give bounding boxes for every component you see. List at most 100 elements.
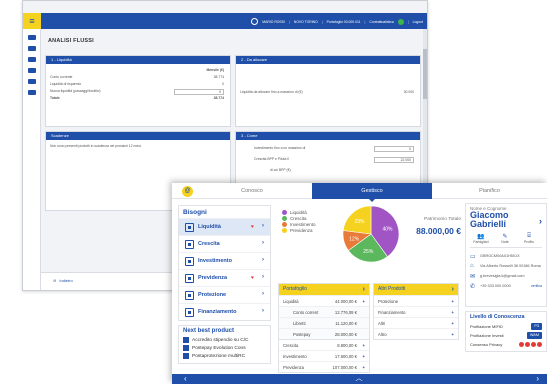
right-column: Nome e Cognome Giacomo Gabrielli › 👥 Fami… [465, 203, 547, 352]
next-best-item[interactable]: Accredito stipendio su C/C [183, 336, 266, 344]
row-label: Libretti [293, 321, 306, 326]
livello-badge: P3 [531, 323, 542, 330]
tab-conosco[interactable]: Conosco [192, 183, 312, 199]
back-menu-button[interactable]: ≡ [23, 13, 41, 29]
user-icon[interactable] [27, 46, 36, 51]
row-nuova[interactable]: Nuova liquidità (passaggi/bonifici) 0 [50, 89, 230, 96]
expand-plus-icon[interactable]: + [452, 329, 454, 340]
chart-icon[interactable] [27, 68, 36, 73]
product-icon [183, 345, 189, 351]
panel-liquidita: 1 - Liquidità Mensile (€) Conto corrente… [45, 55, 231, 127]
category-icon [185, 307, 194, 317]
portafoglio-header[interactable]: Portafoglio › [279, 284, 369, 295]
altri-prodotti-header[interactable]: Altri Prodotti › [374, 284, 458, 295]
bisogno-item[interactable]: Investimento › [179, 252, 270, 269]
customer-action[interactable]: ✎ Note [494, 233, 516, 244]
panel-title: 1 - Liquidità [46, 56, 230, 64]
customer-action[interactable]: 👥 Famigliari [470, 233, 492, 244]
altri-prodotti-row[interactable]: Protezione + [374, 295, 458, 306]
row-label: Altro [378, 332, 387, 337]
legend-label: Investimento [290, 221, 316, 227]
category-icon [185, 290, 194, 300]
next-best-item[interactable]: Postaprotezione multiRC [183, 352, 266, 360]
next-best-label: Postepay Evolution Cons [192, 345, 246, 351]
list-icon[interactable] [27, 79, 36, 84]
home-icon[interactable] [27, 35, 36, 40]
left-column: Bisogni Liquidità ♥ › Crescita › Investimento… [178, 205, 271, 364]
altri-prodotti-row[interactable]: Finanziamento + [374, 306, 458, 317]
chevron-right-icon: › [451, 286, 454, 293]
legend-dot [282, 215, 287, 221]
status-label[interactable]: Contrattualistica [369, 20, 393, 24]
customer-action-label: Profilo [524, 240, 534, 244]
next-best-title: Next best product [183, 328, 235, 334]
portafoglio-row[interactable]: Liquidità 44.000,00 € + [279, 295, 369, 306]
row-label: Altri [378, 321, 386, 326]
portafoglio-row[interactable]: Postepay 28.000,00 € [279, 328, 369, 339]
next-best-item[interactable]: Postepay Evolution Cons [183, 344, 266, 352]
expand-plus-icon[interactable]: + [363, 362, 365, 373]
altri-prodotti-table: Altri Prodotti › Protezione + Finanziamento… [373, 283, 459, 340]
dollar-icon[interactable] [27, 57, 36, 62]
bisogno-item[interactable]: Previdenza ♥ › [179, 269, 270, 286]
row-totale: Totale 38.774 [50, 96, 224, 100]
product-icon [183, 337, 189, 343]
doc-icon[interactable] [27, 90, 36, 95]
altri-prodotti-row[interactable]: Altri + [374, 317, 458, 328]
livello-row: Profilazione Investi WAM [470, 331, 542, 340]
livello-label: Profilazione Investi [470, 333, 504, 338]
altri-prodotti-row[interactable]: Altro + [374, 328, 458, 339]
livello-row: Profilazione MIFID P3 [470, 322, 542, 331]
bisogno-item[interactable]: Liquidità ♥ › [179, 218, 270, 235]
row-label: Crescita [283, 343, 299, 348]
tab-pianifico[interactable]: Pianifico [432, 183, 547, 199]
bisogno-label: Investimento [198, 258, 232, 264]
panel-da-allocare: 2 - Da allocare Liquidità da allocare fi… [235, 55, 421, 127]
chevron-right-icon: › [262, 240, 264, 246]
chevron-right-icon: › [262, 308, 264, 314]
chevron-right-icon: › [262, 223, 264, 229]
portafoglio-table: Portafoglio › Liquidità 44.000,00 € + Conto … [278, 283, 370, 373]
back-sidebar [23, 29, 41, 290]
next-best-label: Accredito stipendio su C/C [192, 337, 249, 343]
row-risparmio: Liquidità di risparmio 0 [50, 82, 224, 86]
bisogno-item[interactable]: Protezione › [179, 286, 270, 303]
next-best-label: Postaprotezione multiRC [192, 353, 246, 359]
livello-label: Consenso Privacy [470, 342, 503, 347]
row-label: Previdenza [283, 365, 304, 370]
chevron-right-icon: › [262, 257, 264, 263]
next-arrow-icon[interactable]: › [536, 374, 539, 384]
customer-card: Nome e Cognome Giacomo Gabrielli › 👥 Fami… [465, 203, 547, 307]
row-label: Conto corrent [293, 310, 319, 315]
portafoglio-row[interactable]: Investimento 17.600,00 € + [279, 350, 369, 361]
contact-row: ✉ g.brevesigla.k@gmail.com [470, 271, 542, 281]
bisogno-item[interactable]: Crescita › [179, 235, 270, 252]
portafoglio-row[interactable]: Crescita 8.800,00 € + [279, 339, 369, 350]
back-button[interactable]: ⊖ Indietro [53, 278, 73, 283]
customer-chevron-icon[interactable]: › [539, 216, 542, 226]
logout-link[interactable]: Logout [413, 20, 423, 24]
row-label: Protezione [378, 299, 399, 304]
row-label: Finanziamento [378, 310, 406, 315]
contact-text: g.brevesigla.k@gmail.com [480, 274, 525, 278]
bisogno-item[interactable]: Finanziamento › [179, 303, 270, 320]
customer-action[interactable]: ⌸ Profilo [518, 233, 540, 244]
category-icon [185, 222, 194, 232]
row-label: Investimento [283, 354, 307, 359]
product-icon [183, 353, 189, 359]
portafoglio-row[interactable]: Previdenza 107.000,00 € + [279, 361, 369, 372]
legend-dot [282, 221, 287, 227]
pie-slice-label: 23% [355, 219, 366, 225]
tab-gestisco[interactable]: Gestisco [312, 183, 432, 202]
portafoglio-row[interactable]: Conto corrent 12.776,08 € [279, 306, 369, 317]
chart-legend: Liquidità Crescita Investimento Previdenza [282, 209, 316, 233]
portafoglio-row[interactable]: Libretti 11.120,00 € [279, 317, 369, 328]
collapse-up-icon[interactable]: ︿ [356, 374, 363, 384]
verify-link[interactable]: verifica [531, 284, 542, 288]
bisogni-panel: Bisogni Liquidità ♥ › Crescita › Investimento… [178, 205, 271, 321]
legend-label: Liquidità [290, 209, 307, 215]
middle-column: Liquidità Crescita Investimento Previdenza … [278, 203, 463, 373]
heart-icon: ♥ [251, 275, 254, 281]
prev-arrow-icon[interactable]: ‹ [184, 374, 187, 384]
contact-row: ⌂ Via Alberto Rosselli 38 00186 Roma [470, 261, 542, 271]
